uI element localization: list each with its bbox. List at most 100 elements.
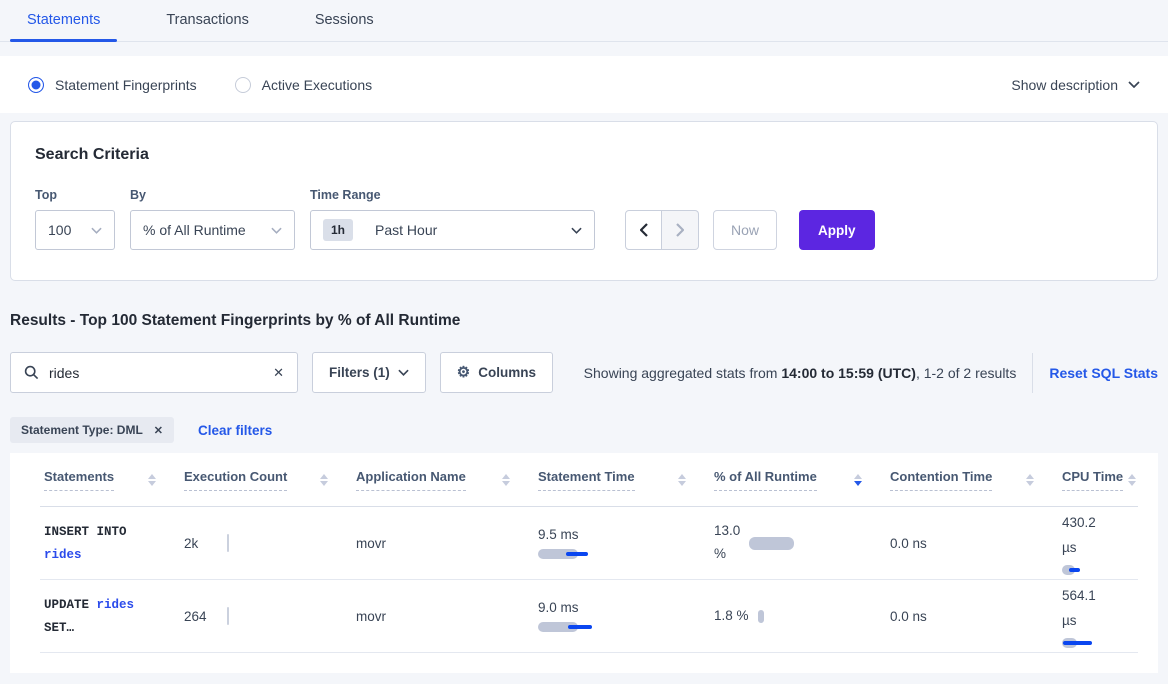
chevron-down-icon bbox=[271, 227, 282, 234]
sort-icons[interactable] bbox=[1026, 474, 1034, 486]
statement-time-cell: 9.0 ms bbox=[534, 600, 710, 632]
sort-desc-icon bbox=[678, 481, 686, 486]
column-header-label: Statement Time bbox=[538, 469, 635, 491]
execution-count-value: 264 bbox=[184, 609, 207, 624]
time-range-field: Time Range 1h Past Hour bbox=[310, 188, 595, 250]
prev-time-button[interactable] bbox=[625, 210, 662, 250]
show-description-toggle[interactable]: Show description bbox=[1011, 77, 1140, 93]
sort-asc-icon bbox=[854, 474, 862, 479]
column-header-of-all-runtime[interactable]: % of All Runtime bbox=[710, 469, 886, 491]
statement-time-cell: 9.5 ms bbox=[534, 527, 710, 559]
statement-time-value: 9.0 ms bbox=[538, 600, 579, 615]
radio-active-executions[interactable]: Active Executions bbox=[235, 77, 373, 93]
column-header-statements[interactable]: Statements bbox=[40, 469, 180, 491]
sort-asc-icon bbox=[502, 474, 510, 479]
divider bbox=[1032, 353, 1033, 393]
time-range-badge: 1h bbox=[323, 219, 353, 241]
sort-icons[interactable] bbox=[320, 474, 328, 486]
time-range-label: Time Range bbox=[310, 188, 595, 202]
reset-sql-stats-link[interactable]: Reset SQL Stats bbox=[1049, 365, 1158, 381]
search-criteria-title: Search Criteria bbox=[35, 146, 1133, 164]
sort-asc-icon bbox=[678, 474, 686, 479]
tab-sessions[interactable]: Sessions bbox=[298, 0, 391, 41]
application-name-cell: movr bbox=[352, 609, 534, 624]
pct-runtime-value: 1.8 % bbox=[714, 605, 749, 628]
sort-desc-icon bbox=[320, 481, 328, 486]
column-header-statement-time[interactable]: Statement Time bbox=[534, 469, 710, 491]
execution-count-bar bbox=[227, 607, 229, 625]
tab-statements[interactable]: Statements bbox=[10, 0, 117, 41]
search-criteria-card: Search Criteria Top 100 By % of All Runt… bbox=[10, 121, 1158, 281]
next-time-button[interactable] bbox=[662, 210, 699, 250]
cpu-time-cell: 430.2µs bbox=[1058, 511, 1138, 575]
radio-statement-fingerprints[interactable]: Statement Fingerprints bbox=[28, 77, 197, 93]
sort-icons[interactable] bbox=[854, 474, 862, 486]
apply-button[interactable]: Apply bbox=[799, 210, 875, 250]
chevron-left-icon bbox=[640, 223, 648, 237]
contention-time-value: 0.0 ns bbox=[890, 609, 927, 624]
time-range-select[interactable]: 1h Past Hour bbox=[310, 210, 595, 250]
stats-time-range: 14:00 to 15:59 (UTC) bbox=[781, 365, 916, 381]
top-tabbar: Statements Transactions Sessions bbox=[0, 0, 1168, 42]
chevron-down-icon bbox=[398, 369, 409, 376]
sort-asc-icon bbox=[1128, 474, 1136, 479]
sort-asc-icon bbox=[148, 474, 156, 479]
by-label: By bbox=[130, 188, 295, 202]
remove-filter-icon[interactable]: ✕ bbox=[154, 424, 163, 437]
sort-desc-icon bbox=[854, 481, 862, 486]
statement-text: UPDATE bbox=[44, 598, 97, 612]
statements-table-card: StatementsExecution CountApplication Nam… bbox=[10, 453, 1158, 673]
sort-asc-icon bbox=[320, 474, 328, 479]
pct-runtime-value: 13.0% bbox=[714, 520, 740, 566]
tab-transactions[interactable]: Transactions bbox=[149, 0, 265, 41]
filter-chip-label: Statement Type: DML bbox=[21, 423, 143, 437]
statement-time-bar bbox=[538, 622, 600, 632]
results-controls: rides ✕ Filters (1) ⚙ Columns Showing ag… bbox=[10, 352, 1158, 393]
clear-filters-link[interactable]: Clear filters bbox=[198, 423, 272, 438]
bar-mean-marker bbox=[568, 625, 592, 629]
search-icon bbox=[24, 365, 39, 380]
table-header-row: StatementsExecution CountApplication Nam… bbox=[40, 453, 1138, 507]
sort-icons[interactable] bbox=[1128, 474, 1136, 486]
sort-desc-icon bbox=[1128, 481, 1136, 486]
top-value: 100 bbox=[48, 222, 71, 238]
contention-time-cell: 0.0 ns bbox=[886, 609, 1058, 624]
statement-time-bar bbox=[538, 549, 600, 559]
now-button[interactable]: Now bbox=[713, 210, 777, 250]
table-body: INSERT INTOrides2kmovr9.5 ms13.0%0.0 ns4… bbox=[40, 507, 1138, 653]
column-header-execution-count[interactable]: Execution Count bbox=[180, 469, 352, 491]
filters-button[interactable]: Filters (1) bbox=[312, 352, 426, 393]
application-name-value: movr bbox=[356, 536, 386, 551]
sort-icons[interactable] bbox=[678, 474, 686, 486]
clear-search-icon[interactable]: ✕ bbox=[273, 365, 284, 381]
bar-mean-marker bbox=[566, 552, 588, 556]
chevron-down-icon bbox=[91, 227, 102, 234]
statement-text: SET… bbox=[44, 621, 74, 635]
radio-label: Active Executions bbox=[262, 77, 373, 93]
time-nav-group bbox=[625, 210, 699, 250]
statement-cell: INSERT INTO rides bbox=[40, 520, 180, 565]
filter-chip-row: Statement Type: DML ✕ Clear filters bbox=[10, 417, 1158, 443]
radio-label: Statement Fingerprints bbox=[55, 77, 197, 93]
statement-text: INSERT INTO bbox=[44, 525, 127, 539]
column-header-application-name[interactable]: Application Name bbox=[352, 469, 534, 491]
top-select[interactable]: 100 bbox=[35, 210, 115, 250]
sort-icons[interactable] bbox=[502, 474, 510, 486]
time-range-value: Past Hour bbox=[375, 222, 437, 238]
sort-icons[interactable] bbox=[148, 474, 156, 486]
top-field: Top 100 bbox=[35, 188, 115, 250]
column-header-contention-time[interactable]: Contention Time bbox=[886, 469, 1058, 491]
by-select[interactable]: % of All Runtime bbox=[130, 210, 295, 250]
sort-desc-icon bbox=[1026, 481, 1034, 486]
chevron-down-icon bbox=[1128, 81, 1140, 88]
statement-link[interactable]: rides bbox=[97, 598, 135, 612]
statement-link[interactable]: rides bbox=[44, 548, 82, 562]
column-header-cpu-time[interactable]: CPU Time bbox=[1058, 469, 1138, 491]
cpu-time-bar bbox=[1062, 638, 1110, 648]
cpu-time-bar bbox=[1062, 565, 1110, 575]
columns-button[interactable]: ⚙ Columns bbox=[440, 352, 553, 393]
search-input[interactable]: rides ✕ bbox=[10, 352, 298, 393]
view-toggle-bar: Statement Fingerprints Active Executions… bbox=[0, 56, 1168, 113]
cpu-time-cell: 564.1µs bbox=[1058, 584, 1138, 648]
show-description-label: Show description bbox=[1011, 77, 1118, 93]
